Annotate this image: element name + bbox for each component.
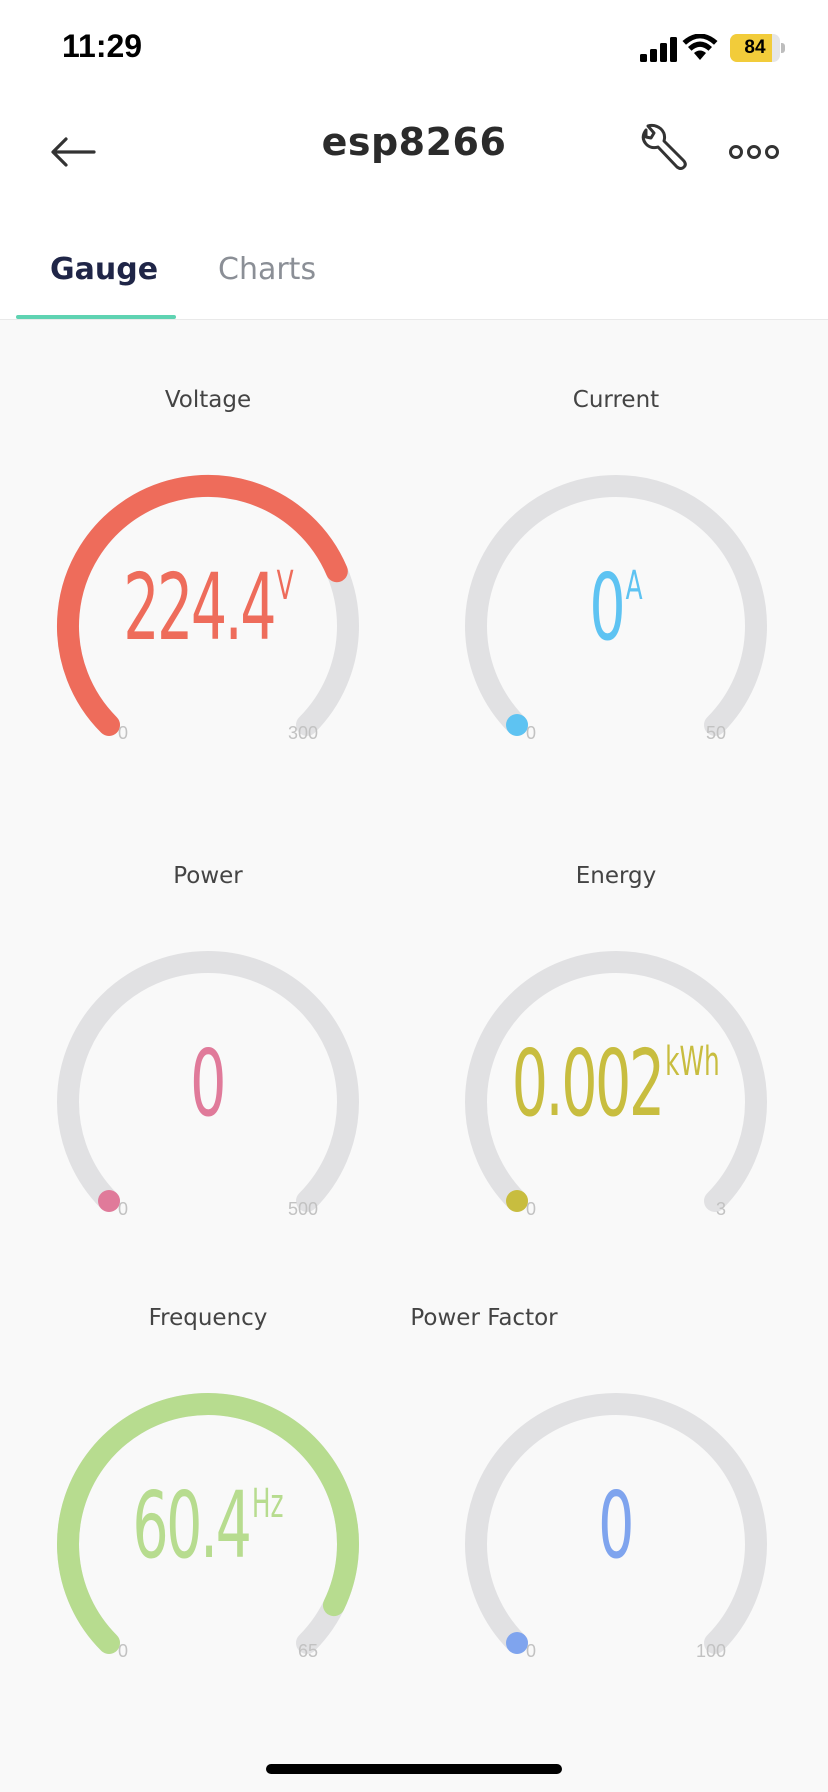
gauge-energy[interactable]: Energy 0.002kWh 0 3 [426,797,806,1219]
active-tab-indicator [16,315,176,319]
gauge-min-label: 0 [118,723,129,743]
gauge-value: 0.002 [512,1030,665,1137]
gauge-min-label: 0 [526,1199,537,1219]
gauge-progress-dot [506,1631,529,1654]
wifi-icon [682,34,718,60]
gauge-label: Power [173,863,243,889]
gauge-voltage[interactable]: Voltage 224.4V 0 300 [18,321,398,743]
gauge-min-label: 0 [526,723,537,743]
gauge-value: 0 [589,554,625,661]
gauge-min-label: 0 [118,1199,129,1219]
gauge-max-label: 65 [297,1641,318,1661]
gauge-value-group: 0.002kWh [512,1007,720,1139]
gauge-readout: 60.4Hz [18,1449,398,1579]
gauge-max-label: 50 [705,723,726,743]
status-time: 11:29 [62,28,143,64]
gauge-min-label: 0 [526,1641,537,1661]
battery-level-label: 84 [744,37,766,58]
gauge-min-label: 0 [118,1641,129,1661]
gauge-readout: 0 [18,1007,398,1137]
tab-gauge[interactable]: Gauge [50,252,158,287]
gauge-power[interactable]: Power 0 0 500 [18,797,398,1219]
gauge-label: Current [572,387,660,413]
more-options-button[interactable] [722,122,786,182]
gauge-max-label: 100 [695,1641,726,1661]
gauge-unit: kWh [665,1039,720,1085]
more-icon [729,145,779,159]
gauge-power-factor[interactable]: Power Factor 0 0 100 [410,1239,806,1661]
gauge-readout: 0.002kWh [426,1007,806,1137]
tab-bar: Gauge Charts [0,220,828,320]
gauge-progress-dot [98,1189,121,1212]
gauge-label: Voltage [164,387,252,413]
gauge-value-group: 0A [589,531,642,663]
gauge-value-group: 0 [190,1007,226,1139]
gauge-unit: Hz [251,1481,284,1527]
tab-charts[interactable]: Charts [218,252,316,287]
gauge-grid: Voltage 224.4V 0 300 Current 0A 0 50 Pow… [0,321,828,1741]
gauge-unit: V [276,563,294,609]
gauge-unit: A [625,563,643,609]
gauge-max-label: 500 [287,1199,318,1219]
gauge-readout: 0 [426,1449,806,1579]
gauge-frequency[interactable]: Frequency 60.4Hz 0 65 [18,1239,398,1661]
gauge-value: 0 [189,1030,226,1137]
gauge-value: 224.4 [122,554,276,661]
signal-icon [640,37,677,62]
page-title: esp8266 [321,120,507,164]
gauge-max-label: 3 [715,1199,726,1219]
gauge-current[interactable]: Current 0A 0 50 [426,321,806,743]
gauge-max-label: 300 [287,723,318,743]
gauge-label: Power Factor [410,1305,558,1331]
gauge-value-group: 60.4Hz [132,1449,283,1581]
home-indicator [266,1764,562,1774]
gauge-readout: 0A [426,531,806,661]
gauge-value-group: 224.4V [123,531,293,663]
gauge-progress-dot [506,1189,529,1212]
battery-icon: 84 [730,34,786,62]
status-bar: 11:29 84 [0,0,828,100]
wrench-icon [641,123,687,170]
settings-button[interactable] [632,118,692,178]
gauge-readout: 224.4V [18,531,398,661]
gauge-progress-dot [506,713,529,736]
gauge-value: 0 [597,1472,634,1579]
gauge-value: 60.4 [132,1472,252,1579]
gauge-label: Energy [575,863,657,889]
gauge-value-group: 0 [598,1449,634,1581]
